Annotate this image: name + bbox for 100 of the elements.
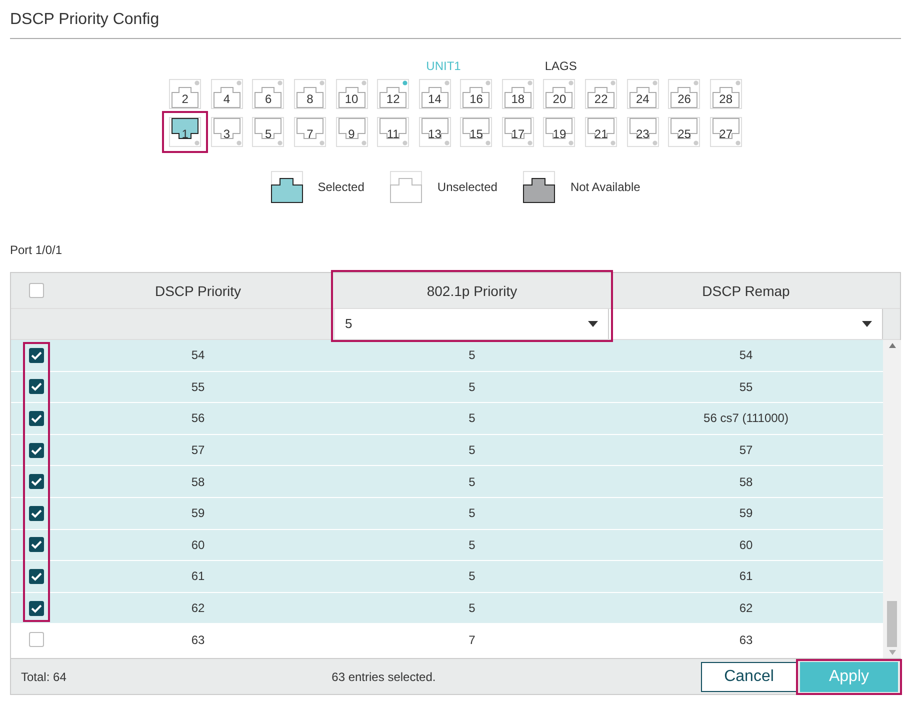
port-legend-icon (270, 171, 303, 203)
checkbox[interactable] (28, 379, 44, 394)
port-icon (377, 117, 410, 147)
port-button[interactable]: 5 (252, 117, 284, 147)
checkbox[interactable] (28, 537, 44, 552)
table-cell: 5 (468, 380, 476, 394)
checkbox[interactable] (28, 632, 44, 648)
port-icon (210, 79, 243, 109)
port-icon (710, 79, 742, 109)
scrollbar-thumb[interactable] (887, 601, 897, 647)
table-cell: 63 (191, 632, 205, 647)
checkbox[interactable] (28, 410, 44, 426)
port-icon (252, 117, 284, 147)
port-icon (668, 79, 700, 109)
port-icon (336, 79, 368, 109)
legend-label: Unselected (437, 179, 498, 196)
port-icon (252, 79, 284, 109)
port-button[interactable]: 14 (418, 79, 451, 109)
table-cell: 55 (191, 380, 205, 394)
select-field[interactable]: 5 (335, 309, 609, 339)
port-button[interactable]: 26 (668, 79, 700, 109)
caret-icon (862, 321, 872, 327)
column-header: 802.1p Priority (426, 282, 518, 301)
port-legend-icon (523, 171, 556, 203)
caret-icon (588, 321, 598, 327)
port-button[interactable]: 13 (418, 117, 451, 147)
port-button[interactable]: 25 (668, 117, 700, 147)
port-icon (543, 79, 576, 109)
port-button[interactable]: 23 (626, 117, 659, 147)
port-icon (336, 117, 368, 147)
table-cell: 59 (739, 506, 753, 520)
port-button[interactable]: 17 (502, 117, 534, 147)
cancel-button[interactable]: Cancel (701, 662, 797, 692)
port-button[interactable]: 4 (210, 79, 243, 109)
unit-tab[interactable]: LAGS (544, 59, 577, 73)
port-button[interactable]: 3 (210, 117, 243, 147)
page-title: DSCP Priority Config (10, 0, 901, 39)
checkbox[interactable] (28, 474, 44, 490)
selection-info: 63 entries selected. (330, 668, 437, 686)
select-field[interactable] (609, 309, 883, 339)
table-cell: 60 (191, 538, 205, 552)
port-button[interactable]: 21 (585, 117, 618, 147)
port-icon (169, 79, 202, 109)
port-icon (585, 117, 618, 147)
table-cell: 5 (468, 443, 476, 458)
table-cell: 58 (191, 474, 205, 489)
table-cell: 61 (191, 569, 205, 584)
port-button[interactable]: 2 (169, 79, 202, 109)
port-icon (377, 79, 410, 109)
port-button[interactable]: 8 (294, 79, 326, 109)
port-button[interactable]: 7 (294, 117, 326, 147)
port-button[interactable]: 6 (252, 79, 284, 109)
table-cell: 62 (739, 601, 753, 616)
table-cell: 57 (191, 443, 205, 458)
port-button[interactable]: 28 (710, 79, 742, 109)
table-cell: 5 (468, 474, 476, 489)
checkbox[interactable] (28, 506, 44, 521)
table-cell: 7 (468, 632, 476, 647)
table-cell: 56 cs7 (111000) (704, 411, 788, 426)
port-icon (169, 117, 202, 147)
table-cell: 5 (468, 506, 476, 520)
port-button[interactable]: 22 (585, 79, 618, 109)
port-button[interactable]: 16 (460, 79, 492, 109)
port-button[interactable]: 24 (626, 79, 659, 109)
port-icon (460, 117, 492, 147)
table-cell: 5 (468, 538, 476, 552)
port-button[interactable]: 15 (460, 117, 492, 147)
port-button[interactable]: 1 (169, 117, 202, 147)
checkbox[interactable] (28, 442, 44, 458)
column-header: DSCP Remap (701, 282, 791, 301)
table-cell: 57 (739, 443, 753, 458)
table-cell: 61 (739, 569, 753, 584)
scrollbar[interactable] (883, 340, 901, 658)
port-button[interactable]: 10 (336, 79, 368, 109)
port-legend-icon (390, 171, 422, 203)
column-header: DSCP Priority (154, 282, 242, 301)
port-icon (418, 117, 451, 147)
port-button[interactable]: 19 (543, 117, 576, 147)
port-button[interactable]: 11 (377, 117, 410, 147)
port-button[interactable]: 18 (502, 79, 534, 109)
table-cell: 5 (468, 411, 476, 426)
port-icon (210, 117, 243, 147)
port-button[interactable]: 9 (336, 117, 368, 147)
total-count: Total: 64 (21, 668, 66, 686)
port-button[interactable]: 12 (377, 79, 410, 109)
port-button[interactable]: 20 (543, 79, 576, 109)
table-cell: 63 (739, 632, 753, 647)
scroll-down-icon (888, 650, 896, 655)
table-cell: 60 (739, 538, 753, 552)
checkbox[interactable] (28, 283, 44, 298)
port-icon (668, 117, 700, 147)
port-button[interactable]: 27 (710, 117, 742, 147)
checkbox[interactable] (28, 348, 44, 363)
port-icon (543, 117, 576, 147)
checkbox[interactable] (28, 568, 44, 584)
port-icon (294, 79, 326, 109)
port-icon (626, 117, 659, 147)
checkbox[interactable] (28, 600, 44, 616)
port-icon (460, 79, 492, 109)
table-cell: 54 (739, 348, 753, 362)
